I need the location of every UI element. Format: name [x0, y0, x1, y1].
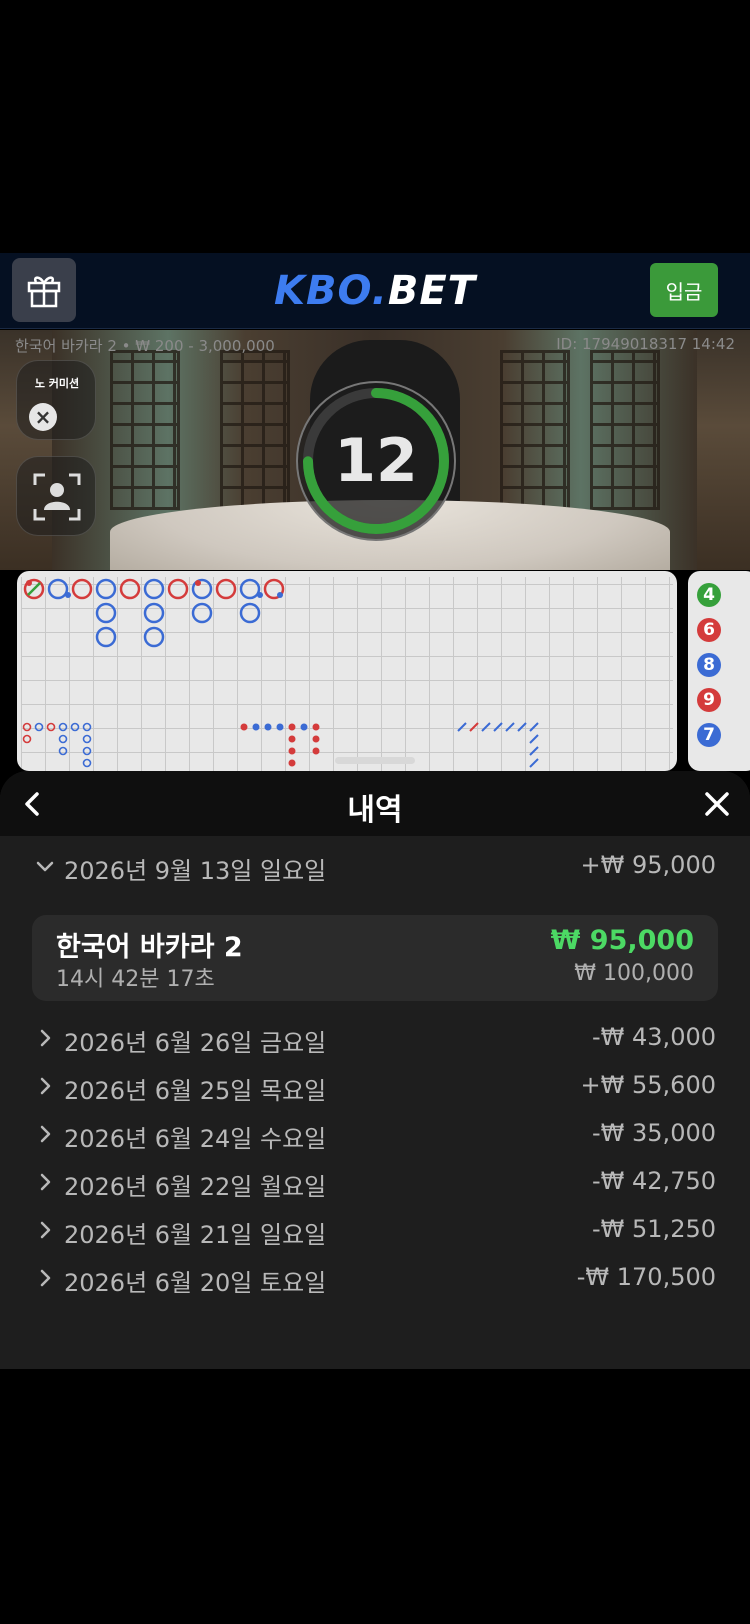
scoreboard-roadmap[interactable]	[17, 571, 677, 771]
history-day[interactable]: 2026년 6월 22일 월요일 -₩ 42,750	[0, 1163, 750, 1203]
bead-cell: 4	[697, 583, 721, 607]
bead-cell: 8	[697, 653, 721, 677]
chevron-down-icon	[36, 861, 54, 872]
chevron-right-icon	[40, 1269, 51, 1287]
user-frame-icon	[33, 473, 81, 521]
chevron-right-icon	[40, 1125, 51, 1143]
history-day[interactable]: 2026년 6월 20일 토요일 -₩ 170,500	[0, 1259, 750, 1299]
sheet-drag-handle[interactable]	[335, 757, 415, 764]
app-header: KBO.BET 입금	[0, 253, 750, 329]
table-name-limits: 한국어 바카라 2 • ₩ 200 - 3,000,000	[15, 337, 275, 355]
chevron-right-icon	[40, 1173, 51, 1191]
sheet-header: 내역	[0, 771, 750, 836]
kbo-bet-logo: KBO.BET	[274, 268, 476, 314]
lattice-panel	[110, 350, 180, 510]
day-date: 2026년 6월 24일 수요일	[64, 1125, 327, 1153]
game-history-item[interactable]: 한국어 바카라 2 14시 42분 17초 ₩ 95,000 ₩ 100,000	[32, 915, 718, 1001]
day-amount: -₩ 170,500	[576, 1263, 716, 1291]
sheet-title: 내역	[347, 793, 403, 828]
day-date: 2026년 9월 13일 일요일	[64, 857, 327, 885]
day-date: 2026년 6월 20일 토요일	[64, 1269, 327, 1297]
win-amount: ₩ 95,000	[550, 925, 694, 956]
day-amount: +₩ 95,000	[580, 851, 716, 879]
bet-amount: ₩ 100,000	[574, 961, 694, 986]
no-commission-toggle[interactable]: 노 커미션 ×	[16, 360, 96, 440]
chevron-right-icon	[40, 1029, 51, 1047]
close-icon[interactable]	[700, 787, 734, 821]
bead-road[interactable]: 4 6 8 9 7	[688, 571, 750, 771]
day-amount: -₩ 35,000	[592, 1119, 716, 1147]
bead-cell: 7	[697, 723, 721, 747]
countdown-number: 12	[334, 426, 418, 496]
history-day-expanded[interactable]: 2026년 9월 13일 일요일 +₩ 95,000	[0, 847, 750, 887]
day-date: 2026년 6월 26일 금요일	[64, 1029, 327, 1057]
chevron-right-icon	[40, 1077, 51, 1095]
history-day[interactable]: 2026년 6월 21일 일요일 -₩ 51,250	[0, 1211, 750, 1251]
day-date: 2026년 6월 22일 월요일	[64, 1173, 327, 1201]
lattice-panel	[220, 350, 290, 510]
day-amount: -₩ 43,000	[592, 1023, 716, 1051]
day-date: 2026년 6월 21일 일요일	[64, 1221, 327, 1249]
chevron-right-icon	[40, 1221, 51, 1239]
history-day[interactable]: 2026년 6월 26일 금요일 -₩ 43,000	[0, 1019, 750, 1059]
history-day[interactable]: 2026년 6월 25일 목요일 +₩ 55,600	[0, 1067, 750, 1107]
day-amount: -₩ 51,250	[592, 1215, 716, 1243]
history-day[interactable]: 2026년 6월 24일 수요일 -₩ 35,000	[0, 1115, 750, 1155]
day-amount: +₩ 55,600	[580, 1071, 716, 1099]
game-name: 한국어 바카라 2	[56, 932, 243, 963]
lattice-panel	[590, 350, 660, 510]
game-time: 14시 42분 17초	[56, 967, 215, 992]
day-date: 2026년 6월 25일 목요일	[64, 1077, 327, 1105]
big-road	[22, 578, 539, 768]
close-icon: ×	[29, 403, 57, 431]
bead-cell: 6	[697, 618, 721, 642]
deposit-button[interactable]: 입금	[650, 263, 718, 317]
history-sheet: 내역 2026년 9월 13일 일요일 +₩ 95,000 한국어 바카라 2 …	[0, 771, 750, 1369]
lattice-panel	[500, 350, 570, 510]
bead-cell: 9	[697, 688, 721, 712]
day-amount: -₩ 42,750	[592, 1167, 716, 1195]
game-id-time: ID: 17949018317 14:42	[556, 335, 735, 353]
no-commission-label: 노 커미션	[34, 377, 80, 390]
profile-button[interactable]	[16, 456, 96, 536]
